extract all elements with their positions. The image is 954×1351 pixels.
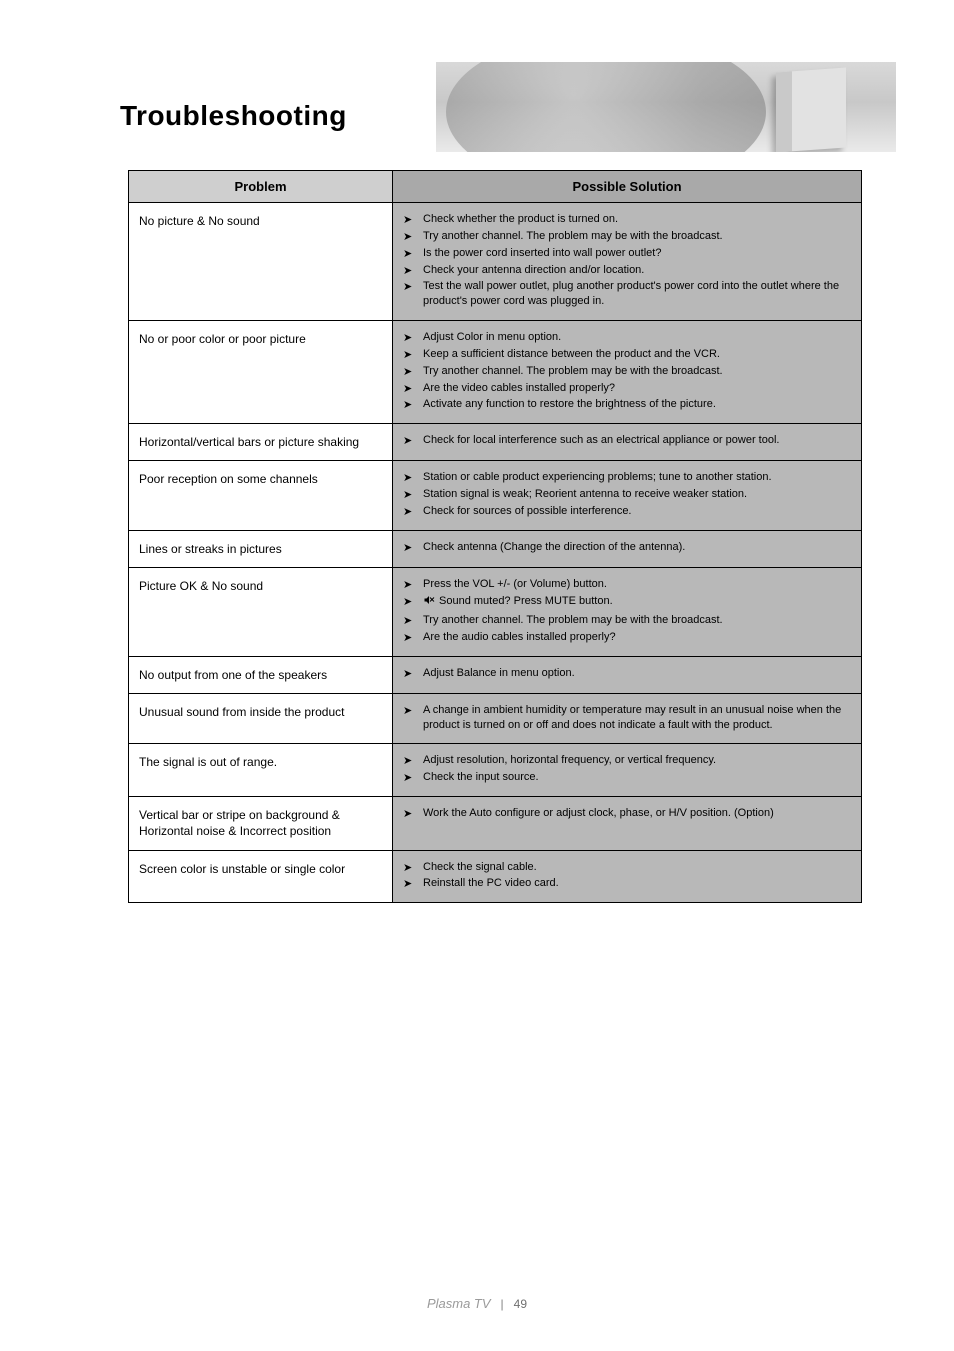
solution-cell: A change in ambient humidity or temperat… — [393, 693, 862, 744]
page-footer: Plasma TV | 49 — [0, 1296, 954, 1311]
solution-item: Check the input source. — [403, 769, 851, 786]
solution-item: Are the audio cables installed properly? — [403, 629, 851, 646]
table-row: Unusual sound from inside the product A c… — [129, 693, 862, 744]
solution-item: Check for sources of possible interferen… — [403, 503, 851, 520]
mute-icon — [423, 594, 435, 611]
solution-item: Check whether the product is turned on. — [403, 211, 851, 228]
table-row: The signal is out of range. Adjust resolu… — [129, 744, 862, 797]
problem-cell: Vertical bar or stripe on background & H… — [129, 797, 393, 850]
solution-list: Adjust Color in menu option.Keep a suffi… — [403, 329, 851, 413]
solution-list: Check antenna (Change the direction of t… — [403, 539, 851, 556]
solution-list: Check whether the product is turned on.T… — [403, 211, 851, 310]
solution-cell: Check antenna (Change the direction of t… — [393, 531, 862, 568]
problem-cell: Lines or streaks in pictures — [129, 531, 393, 568]
solution-list: Adjust Balance in menu option. — [403, 665, 851, 682]
solution-item: Is the power cord inserted into wall pow… — [403, 245, 851, 262]
col-header-solution: Possible Solution — [393, 171, 862, 203]
solution-item: Reinstall the PC video card. — [403, 875, 851, 892]
problem-cell: No picture & No sound — [129, 203, 393, 321]
table-row: No output from one of the speakers Adjust… — [129, 656, 862, 693]
table-row: No or poor color or poor pictureAdjust C… — [129, 321, 862, 424]
solution-item: Adjust Color in menu option. — [403, 329, 851, 346]
problem-cell: Screen color is unstable or single color — [129, 850, 393, 903]
solution-cell: Check for local interference such as an … — [393, 424, 862, 461]
table-row: Poor reception on some channels Station o… — [129, 461, 862, 531]
section-title: Troubleshooting — [120, 100, 347, 132]
solution-cell: Adjust Balance in menu option. — [393, 656, 862, 693]
globe-graphic — [446, 62, 766, 152]
solution-item: Press the VOL +/- (or Volume) button. — [403, 576, 851, 593]
solution-item: Check for local interference such as an … — [403, 432, 851, 449]
solution-item: Try another channel. The problem may be … — [403, 363, 851, 380]
solution-cell: Adjust Color in menu option.Keep a suffi… — [393, 321, 862, 424]
problem-cell: Horizontal/vertical bars or picture shak… — [129, 424, 393, 461]
solution-item: A change in ambient humidity or temperat… — [403, 702, 851, 734]
solution-cell: Check whether the product is turned on.T… — [393, 203, 862, 321]
solution-item: Adjust resolution, horizontal frequency,… — [403, 752, 851, 769]
problem-cell: The signal is out of range. — [129, 744, 393, 797]
table-row: Vertical bar or stripe on background & H… — [129, 797, 862, 850]
table-header-row: Problem Possible Solution — [129, 171, 862, 203]
door-graphic — [776, 68, 846, 152]
solution-cell: Check the signal cable.Reinstall the PC … — [393, 850, 862, 903]
solution-item: Check your antenna direction and/or loca… — [403, 262, 851, 279]
problem-cell: Poor reception on some channels — [129, 461, 393, 531]
problem-cell: No output from one of the speakers — [129, 656, 393, 693]
solution-item: Station signal is weak; Reorient antenna… — [403, 486, 851, 503]
solution-item: Sound muted? Press MUTE button. — [403, 593, 851, 612]
table-row: Screen color is unstable or single color… — [129, 850, 862, 903]
problem-cell: Unusual sound from inside the product — [129, 693, 393, 744]
table-row: No picture & No soundCheck whether the p… — [129, 203, 862, 321]
solution-list: Check the signal cable.Reinstall the PC … — [403, 859, 851, 893]
troubleshooting-table: Problem Possible Solution No picture & N… — [128, 170, 862, 903]
table-row: Horizontal/vertical bars or picture shak… — [129, 424, 862, 461]
solution-item: Adjust Balance in menu option. — [403, 665, 851, 682]
decorative-header-image — [436, 62, 896, 152]
solution-list: Work the Auto configure or adjust clock,… — [403, 805, 851, 822]
problem-cell: No or poor color or poor picture — [129, 321, 393, 424]
solution-item: Keep a sufficient distance between the p… — [403, 346, 851, 363]
solution-item: Work the Auto configure or adjust clock,… — [403, 805, 851, 822]
solution-item: Test the wall power outlet, plug another… — [403, 278, 851, 310]
footer-page-number: 49 — [514, 1297, 527, 1311]
solution-cell: Work the Auto configure or adjust clock,… — [393, 797, 862, 850]
table-row: Picture OK & No soundPress the VOL +/- (… — [129, 568, 862, 656]
solution-item: Check the signal cable. — [403, 859, 851, 876]
solution-list: Press the VOL +/- (or Volume) button. Sou… — [403, 576, 851, 645]
problem-cell: Picture OK & No sound — [129, 568, 393, 656]
solution-item: Try another channel. The problem may be … — [403, 612, 851, 629]
col-header-problem: Problem — [129, 171, 393, 203]
table-row: Lines or streaks in pictures Check antenn… — [129, 531, 862, 568]
solution-item: Station or cable product experiencing pr… — [403, 469, 851, 486]
solution-item: Try another channel. The problem may be … — [403, 228, 851, 245]
solution-list: Adjust resolution, horizontal frequency,… — [403, 752, 851, 786]
solution-item: Activate any function to restore the bri… — [403, 396, 851, 413]
solution-item: Check antenna (Change the direction of t… — [403, 539, 851, 556]
solution-list: Station or cable product experiencing pr… — [403, 469, 851, 520]
footer-brand: Plasma TV — [427, 1296, 491, 1311]
solution-item-text: Sound muted? Press MUTE button. — [439, 595, 613, 607]
solution-cell: Adjust resolution, horizontal frequency,… — [393, 744, 862, 797]
solution-item: Are the video cables installed properly? — [403, 380, 851, 397]
solution-cell: Press the VOL +/- (or Volume) button. Sou… — [393, 568, 862, 656]
solution-list: Check for local interference such as an … — [403, 432, 851, 449]
solution-list: A change in ambient humidity or temperat… — [403, 702, 851, 734]
solution-cell: Station or cable product experiencing pr… — [393, 461, 862, 531]
